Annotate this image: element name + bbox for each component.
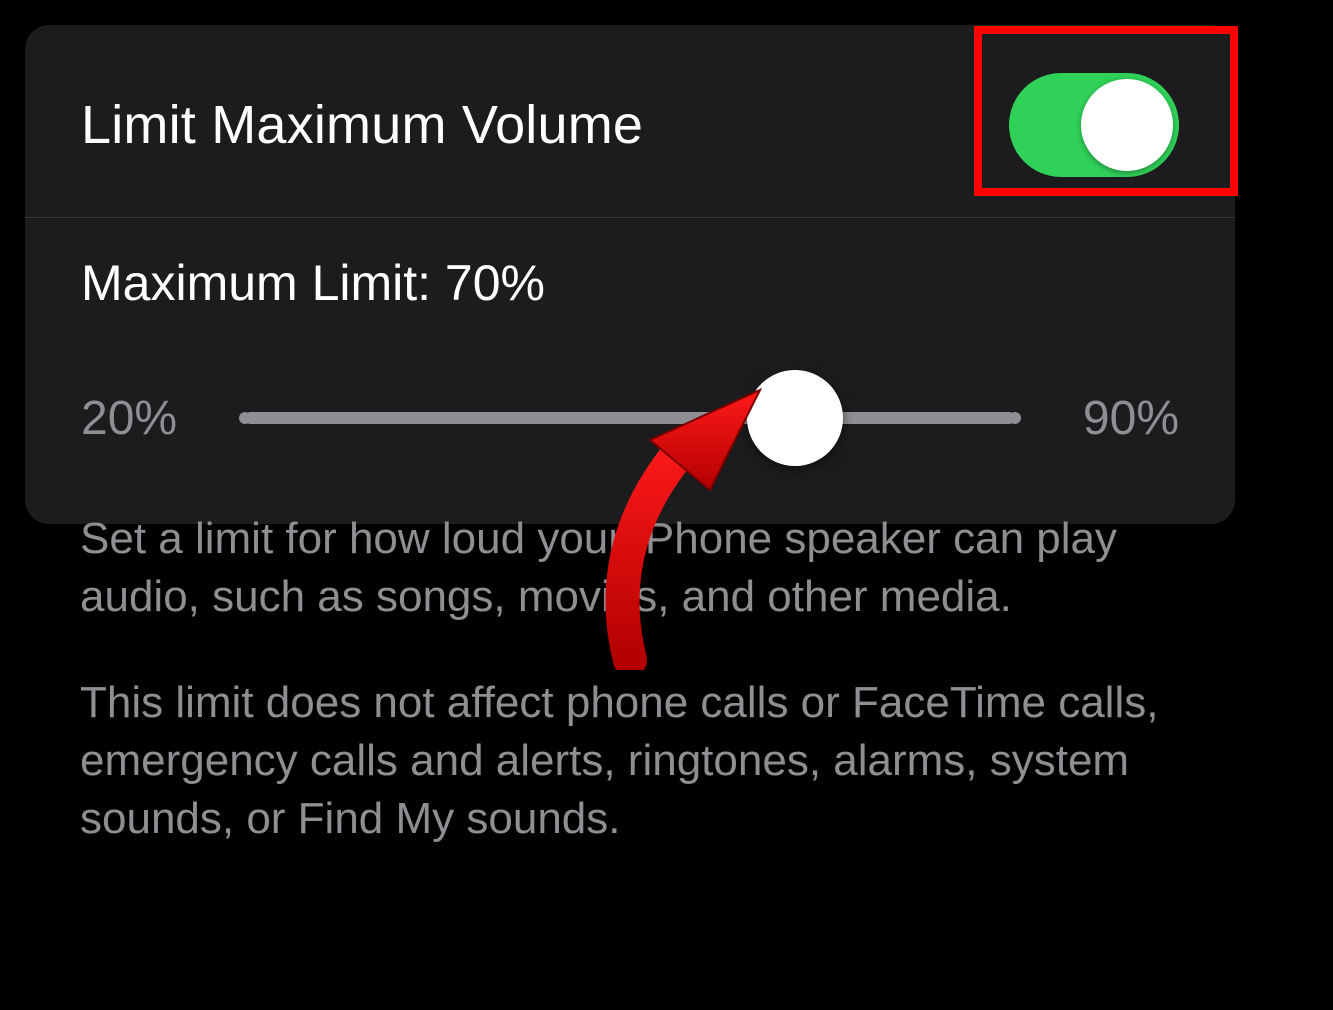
slider-tick — [679, 412, 691, 424]
slider-tick — [1009, 412, 1021, 424]
limit-title: Limit Maximum Volume — [81, 94, 643, 156]
slider-max-label: 90% — [1049, 391, 1179, 446]
slider-tick — [459, 412, 471, 424]
footer-paragraph-2: This limit does not affect phone calls o… — [80, 674, 1180, 848]
slider-row: Maximum Limit: 70% 20% 90% — [25, 218, 1235, 524]
slider-tick — [899, 412, 911, 424]
slider-tick — [349, 412, 361, 424]
maximum-limit-label: Maximum Limit: 70% — [81, 254, 1179, 312]
slider-min-label: 20% — [81, 391, 211, 446]
slider-tick — [569, 412, 581, 424]
limit-toggle-row: Limit Maximum Volume — [25, 25, 1235, 218]
slider-tick — [239, 412, 251, 424]
slider-thumb[interactable] — [747, 370, 843, 466]
volume-slider[interactable] — [245, 368, 1015, 468]
slider-track-fill — [245, 412, 795, 424]
slider-line: 20% 90% — [81, 368, 1179, 468]
toggle-knob — [1081, 79, 1173, 171]
settings-card: Limit Maximum Volume Maximum Limit: 70% … — [25, 25, 1235, 524]
limit-toggle[interactable] — [1009, 73, 1179, 177]
footer-paragraph-1: Set a limit for how loud your iPhone spe… — [80, 510, 1180, 626]
footer-description: Set a limit for how loud your iPhone spe… — [80, 510, 1180, 896]
